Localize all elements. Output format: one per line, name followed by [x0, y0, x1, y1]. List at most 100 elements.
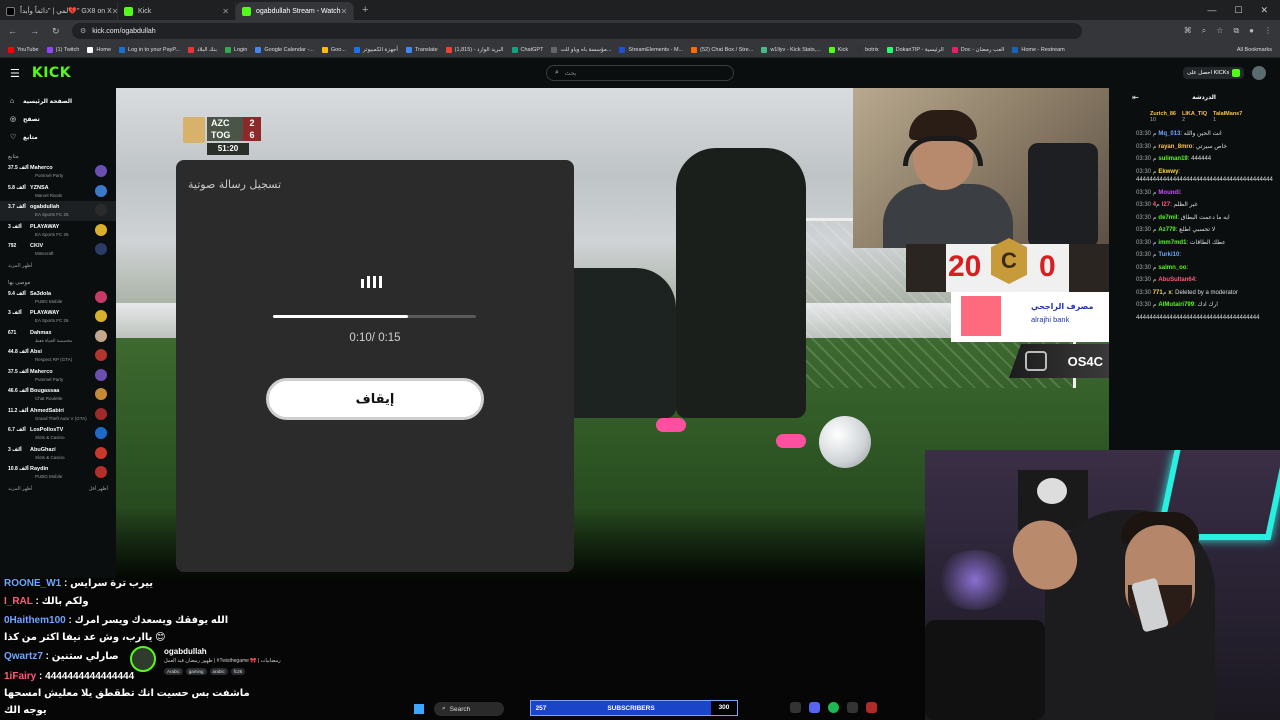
back-icon[interactable]: ←	[8, 26, 22, 36]
app-icon[interactable]	[790, 702, 801, 713]
windows-start-icon[interactable]	[414, 704, 424, 714]
message-username[interactable]: de7mil	[1158, 215, 1177, 221]
forward-icon[interactable]: →	[30, 26, 44, 36]
maximize-icon[interactable]: ☐	[1234, 5, 1242, 16]
bookmark-item[interactable]: YouTube	[8, 46, 39, 53]
extensions-icon[interactable]: ⧉	[1233, 26, 1239, 36]
stream-tag[interactable]: Arabic	[164, 668, 183, 675]
message-username[interactable]: imm7md1	[1158, 240, 1186, 246]
collapse-chat-icon[interactable]: ⇤	[1132, 93, 1139, 102]
message-username[interactable]: Turki10	[1158, 252, 1179, 258]
message-username[interactable]: 771x	[1153, 290, 1172, 296]
bookmark-item[interactable]: Home	[87, 46, 111, 53]
new-tab-button[interactable]: +	[362, 4, 368, 16]
bookmark-item[interactable]: w1llyv - Kick Stats,...	[761, 46, 821, 53]
stream-tag[interactable]: gaming	[185, 668, 207, 675]
sidebar-channel[interactable]: 671 Dahmax مخصصة الحياة فقط	[0, 327, 116, 347]
nav-following[interactable]: ♡ متابع	[0, 128, 116, 146]
bookmark-item[interactable]: Home - Restream	[1012, 46, 1065, 53]
message-username[interactable]: salmn_oo	[1158, 265, 1186, 271]
message-username[interactable]: Mq_013	[1158, 131, 1180, 137]
channel-name[interactable]: ogabdullah	[164, 647, 207, 656]
zoom-icon[interactable]: ⌕	[1202, 26, 1206, 36]
message-username[interactable]: rayan_8mro	[1158, 144, 1192, 150]
bookmark-item[interactable]: StreamElements - M...	[619, 46, 683, 53]
message-username[interactable]: AlMutairi799	[1158, 302, 1194, 308]
stream-tag[interactable]: fc26	[230, 668, 246, 675]
bookmark-star-icon[interactable]: ☆	[1216, 26, 1223, 36]
nav-browse[interactable]: ◎ تصفح	[0, 110, 116, 128]
close-window-icon[interactable]: ✕	[1260, 5, 1268, 16]
message-username[interactable]: suliman19	[1158, 156, 1187, 162]
url-field[interactable]: ⚙ kick.com/ogabdullah	[72, 23, 1082, 39]
bookmark-item[interactable]: ChatGPT	[511, 46, 543, 53]
all-bookmarks-button[interactable]: All Bookmarks	[1237, 47, 1280, 53]
bookmark-item[interactable]: Translate	[405, 46, 438, 53]
sidebar-channel[interactable]: 3.7 ألف ogabdullah EA Sports FC 26	[0, 201, 116, 221]
nav-home[interactable]: ⌂ الصفحة الرئيسية	[0, 92, 116, 110]
bookmark-item[interactable]: Log in to your PayP...	[119, 46, 180, 53]
sidebar-channel[interactable]: 44.8 ألف Absi Respect RP (GTA)	[0, 346, 116, 366]
channel-avatar[interactable]	[130, 646, 156, 672]
bookmark-item[interactable]: بنك البلاد	[187, 46, 217, 53]
sidebar-channel[interactable]: 9.4 ألف Sa3dola PUBG Mobile	[0, 288, 116, 308]
close-tab-icon[interactable]: ✕	[222, 7, 229, 16]
message-username[interactable]: 4I27	[1153, 202, 1170, 208]
sidebar-channel[interactable]: 792 CKIV Minecraft	[0, 240, 116, 260]
close-tab-icon[interactable]: ✕	[341, 7, 348, 16]
menu-toggle-icon[interactable]: ☰	[10, 67, 20, 80]
leaderboard-entry[interactable]: LIKA_TIQ 2	[1182, 111, 1207, 123]
sidebar-channel[interactable]: 46.6 ألف Bougassaa Chat Roulette	[0, 385, 116, 405]
search-input[interactable]: ⌕ بحث	[546, 65, 734, 81]
bookmark-item[interactable]: (52) Chat Box / Stre...	[691, 46, 753, 53]
bookmark-item[interactable]: Login	[224, 46, 247, 53]
bookmark-item[interactable]: Google Calendar -...	[255, 46, 314, 53]
bookmark-item[interactable]: (1) Twitch	[46, 46, 79, 53]
show-more-following[interactable]: أظهر المزيد	[0, 260, 116, 272]
bookmark-item[interactable]: أجهزة الكمبيوتر	[353, 46, 398, 53]
kick-logo[interactable]: KICK	[32, 65, 71, 81]
sidebar-channel[interactable]: 6.7 ألف LosPollosTV Slots & Casino	[0, 424, 116, 444]
spotify-icon[interactable]	[828, 702, 839, 713]
stop-recording-button[interactable]: إيقاف	[266, 378, 484, 420]
message-username[interactable]: Moundi	[1158, 190, 1179, 196]
get-kicks-button[interactable]: احصل على KICKs	[1183, 67, 1245, 79]
translate-icon[interactable]: ⌘	[1184, 26, 1192, 36]
sidebar-channel[interactable]: 37.5 ألف Maherco Pummel Party	[0, 162, 116, 182]
profile-icon[interactable]: ●	[1249, 26, 1254, 36]
show-less-button[interactable]: أظهر أقل	[89, 486, 108, 492]
browser-tab-kick[interactable]: Kick ✕	[118, 2, 236, 20]
sidebar-channel[interactable]: 3 ألف PLAYAWAY EA Sports FC 26	[0, 307, 116, 327]
app-icon[interactable]	[847, 702, 858, 713]
sidebar-channel[interactable]: 10.8 ألف Raydin PUBG Mobile	[0, 463, 116, 483]
bookmark-item[interactable]: مؤسسة باه وياو للت...	[551, 46, 611, 53]
sidebar-channel[interactable]: 3 ألف PLAYAWAY EA Sports FC 26	[0, 221, 116, 241]
bookmark-item[interactable]: Doc - العب رمضان	[951, 46, 1004, 53]
bookmark-item[interactable]: botrix	[856, 46, 879, 53]
sidebar-channel[interactable]: 5.8 ألف YZNSA Marvel Rivals	[0, 182, 116, 202]
message-username[interactable]: Ekwwy	[1158, 169, 1178, 175]
bookmark-item[interactable]: Kick	[828, 46, 848, 53]
show-more-recommended[interactable]: أظهر المزيد أظهر أقل	[0, 483, 116, 495]
leaderboard-entry[interactable]: TalalMans7 1	[1213, 111, 1242, 123]
reload-icon[interactable]: ↻	[52, 26, 66, 37]
bookmark-item[interactable]: DokanTIP - الرئيسية	[886, 46, 944, 53]
sidebar-channel[interactable]: 11.2 ألف AhmedSabiri Grand Theft Auto V (G…	[0, 405, 116, 425]
user-avatar[interactable]	[1252, 66, 1266, 80]
browser-tab-stream[interactable]: ogabdullah Stream - Watch ✕	[236, 2, 354, 20]
browser-tab-x[interactable]: لمي | "دائماً وأبداً💔" GX8 on X ✕	[0, 2, 118, 20]
bookmark-item[interactable]: Goo...	[321, 46, 346, 53]
stream-tag[interactable]: arabic	[209, 668, 228, 675]
sidebar-channel[interactable]: 37.5 ألف Maherco Pummel Party	[0, 366, 116, 386]
message-username[interactable]: AbuSultan64	[1158, 277, 1195, 283]
app-icon[interactable]	[866, 702, 877, 713]
sidebar-channel[interactable]: 3 ألف AbuGhazi Slots & Casino	[0, 444, 116, 464]
app-icon[interactable]	[809, 702, 820, 713]
leaderboard-entry[interactable]: Zurich_86 10	[1150, 111, 1176, 123]
site-info-icon[interactable]: ⚙	[80, 27, 86, 35]
taskbar-search[interactable]: ⌕ Search	[434, 702, 504, 716]
minimize-icon[interactable]: —	[1207, 5, 1216, 16]
menu-icon[interactable]: ⋮	[1264, 26, 1272, 36]
message-username[interactable]: Az779	[1158, 227, 1175, 233]
bookmark-item[interactable]: البريد الوارد - (1,815)	[445, 46, 504, 53]
